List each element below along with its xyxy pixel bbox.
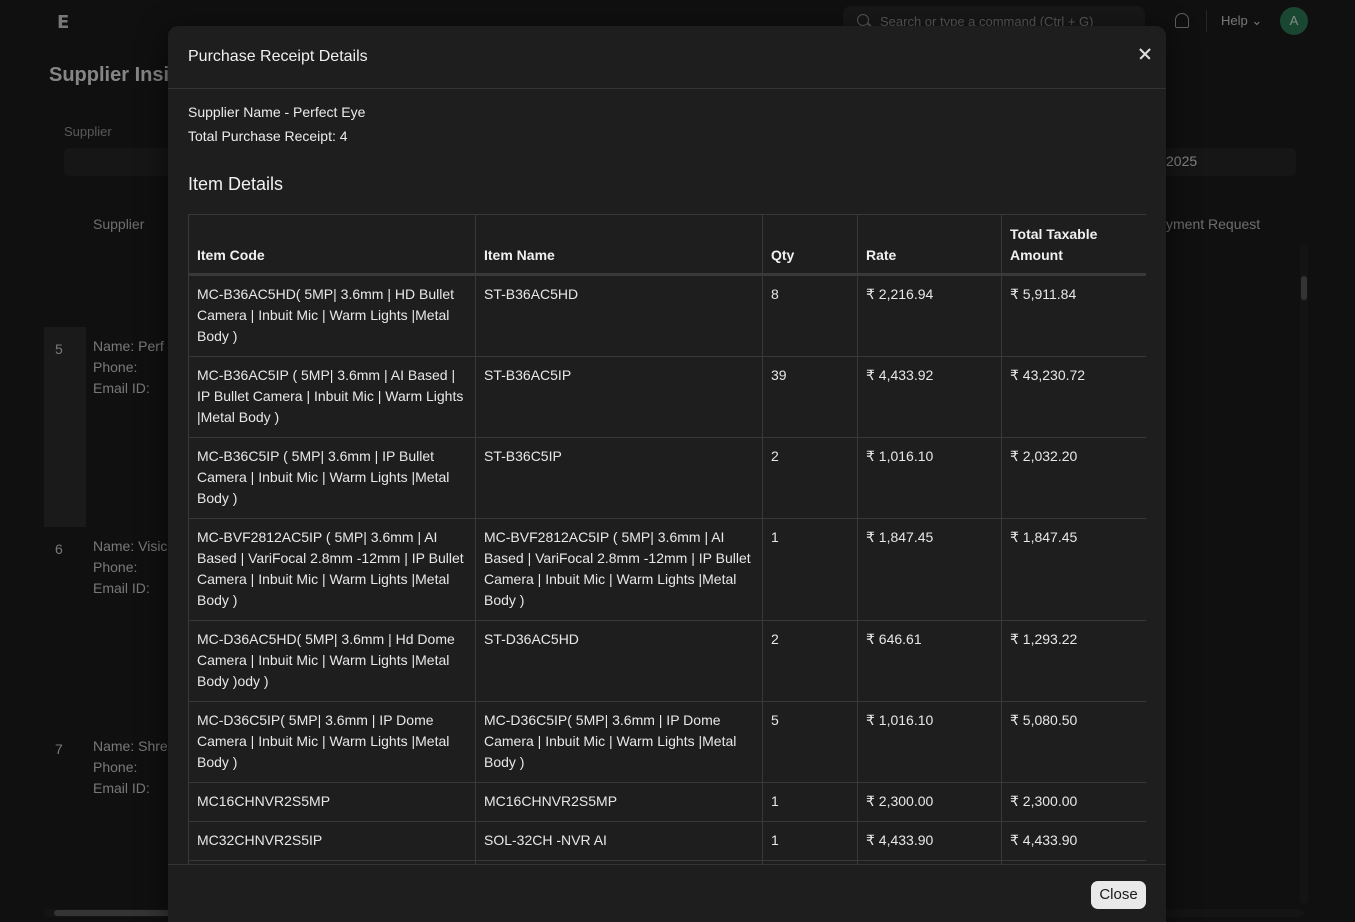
cell-qty: 1 (762, 518, 858, 621)
item-details-table-container[interactable]: Item Code Item Name Qty Rate Total Taxab… (188, 214, 1146, 864)
cell-rate: ₹ 2,216.94 (857, 274, 1002, 357)
cell-item-name: MC16CHNVR2S5MP (475, 782, 763, 822)
item-details-table: Item Code Item Name Qty Rate Total Taxab… (188, 214, 1146, 864)
cell-item-code: MC16CHNVR2S5MP (188, 782, 476, 822)
cell-item-code: MC-BVF2812AC5IP ( 5MP| 3.6mm | AI Based … (188, 518, 476, 621)
table-header-row: Item Code Item Name Qty Rate Total Taxab… (188, 214, 1146, 275)
supplier-name-line: Supplier Name - Perfect Eye (188, 104, 366, 120)
cell-rate: ₹ 4,433.92 (857, 356, 1002, 438)
header-qty: Qty (762, 214, 858, 275)
cell-item-name: ST-B36AC5HD (475, 274, 763, 357)
header-item-name: Item Name (475, 214, 763, 275)
cell-qty: 2 (762, 620, 858, 702)
modal-header: Purchase Receipt Details (168, 26, 1166, 89)
section-title: Item Details (188, 174, 284, 194)
cell-qty: 1 (762, 782, 858, 822)
cell-qty: 39 (762, 356, 858, 438)
cell-amount: ₹ 43,230.72 (1001, 356, 1146, 438)
cell-item-code: MC-B36AC5HD( 5MP| 3.6mm | HD Bullet Came… (188, 274, 476, 357)
cell-item-code: MC32CHNVR2S5IP (188, 821, 476, 861)
cell-amount: ₹ 2,032.20 (1001, 437, 1146, 519)
cell-item-name: ST-D36AC5HD (475, 620, 763, 702)
table-row: MC-B36C5IP ( 5MP| 3.6mm | IP Bullet Came… (188, 437, 1146, 519)
cell-amount: ₹ 2,300.00 (1001, 782, 1146, 822)
cell-rate: ₹ 4,433.90 (857, 821, 1002, 861)
cell-qty: 1 (762, 821, 858, 861)
modal-title: Purchase Receipt Details (188, 48, 368, 65)
table-row: MC-BVF2812AC5IP ( 5MP| 3.6mm | AI Based … (188, 518, 1146, 621)
cell-amount: ₹ 1,847.45 (1001, 518, 1146, 621)
modal-footer: Close (168, 864, 1166, 922)
cell-item-code: MC-B36AC5IP ( 5MP| 3.6mm | AI Based | IP… (188, 356, 476, 438)
header-total-taxable-amount: Total Taxable Amount (1001, 214, 1146, 275)
page: E Search or type a command (Ctrl + G) He… (0, 0, 1355, 922)
cell-item-name: ST-B36AC5IP (475, 356, 763, 438)
table-row: MC-D36AC5HD( 5MP| 3.6mm | Hd Dome Camera… (188, 620, 1146, 702)
cell-rate: ₹ 2,300.00 (857, 782, 1002, 822)
header-item-code: Item Code (188, 214, 476, 275)
cell-rate: ₹ 1,016.10 (857, 437, 1002, 519)
header-rate: Rate (857, 214, 1002, 275)
cell-item-name: SOL-32CH -NVR AI (475, 821, 763, 861)
table-row: MC-D36C5IP( 5MP| 3.6mm | IP Dome Camera … (188, 701, 1146, 783)
cell-item-code: MC-B36C5IP ( 5MP| 3.6mm | IP Bullet Came… (188, 437, 476, 519)
purchase-receipt-modal: Purchase Receipt Details Supplier Name -… (168, 26, 1166, 922)
cell-item-name: MC-BVF2812AC5IP ( 5MP| 3.6mm | AI Based … (475, 518, 763, 621)
table-row: MC16CHNVR2S5MP MC16CHNVR2S5MP 1 ₹ 2,300.… (188, 782, 1146, 822)
cell-qty: 5 (762, 701, 858, 783)
table-row: MC-B36AC5HD( 5MP| 3.6mm | HD Bullet Came… (188, 274, 1146, 357)
cell-qty: 2 (762, 437, 858, 519)
table-row: MC32CHNVR2S5IP SOL-32CH -NVR AI 1 ₹ 4,43… (188, 821, 1146, 861)
cell-item-name: MC-D36C5IP( 5MP| 3.6mm | IP Dome Camera … (475, 701, 763, 783)
cell-item-name: ST-B36C5IP (475, 437, 763, 519)
cell-qty: 8 (762, 274, 858, 357)
table-row: MC-B36AC5IP ( 5MP| 3.6mm | AI Based | IP… (188, 356, 1146, 438)
cell-item-code: MC-D36AC5HD( 5MP| 3.6mm | Hd Dome Camera… (188, 620, 476, 702)
cell-rate: ₹ 646.61 (857, 620, 1002, 702)
modal-body: Supplier Name - Perfect Eye Total Purcha… (168, 90, 1166, 864)
cell-rate: ₹ 1,016.10 (857, 701, 1002, 783)
cell-rate: ₹ 1,847.45 (857, 518, 1002, 621)
close-icon[interactable] (1134, 43, 1156, 65)
total-receipt-line: Total Purchase Receipt: 4 (188, 128, 348, 144)
cell-amount: ₹ 1,293.22 (1001, 620, 1146, 702)
cell-amount: ₹ 5,080.50 (1001, 701, 1146, 783)
cell-item-code: MC-D36C5IP( 5MP| 3.6mm | IP Dome Camera … (188, 701, 476, 783)
cell-amount: ₹ 4,433.90 (1001, 821, 1146, 861)
close-button[interactable]: Close (1091, 881, 1146, 909)
cell-amount: ₹ 5,911.84 (1001, 274, 1146, 357)
